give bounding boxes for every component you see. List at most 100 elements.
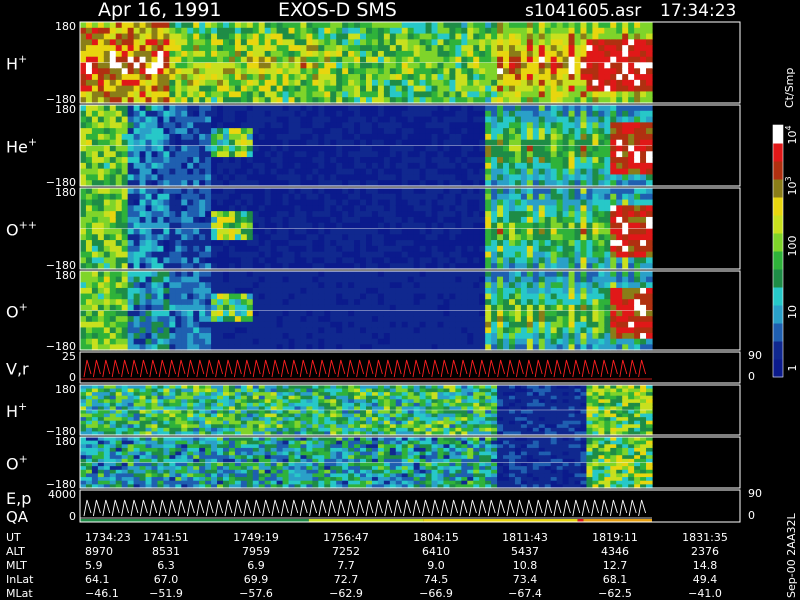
spectrogram-cell	[169, 271, 176, 278]
spectrogram-cell	[485, 91, 492, 98]
spectrogram-cell	[80, 79, 87, 87]
spectrogram-cell	[318, 79, 325, 87]
spectrogram-cell	[223, 271, 230, 278]
spectrogram-cell	[175, 211, 182, 218]
spectrogram-cell	[228, 338, 236, 345]
spectrogram-cell	[91, 304, 99, 312]
spectrogram-cell	[574, 128, 582, 135]
spectrogram-cell	[354, 56, 361, 64]
spectrogram-cell	[419, 56, 427, 64]
spectrogram-cell	[175, 110, 182, 118]
spectrogram-cell	[199, 151, 206, 158]
spectrogram-cell	[181, 39, 188, 46]
spectrogram-cell	[246, 133, 254, 141]
spectrogram-cell	[389, 151, 397, 158]
spectrogram-cell	[371, 188, 379, 195]
spectrogram-cell	[115, 245, 123, 253]
spectrogram-cell	[306, 245, 313, 253]
spectrogram-cell	[163, 62, 170, 69]
spectrogram-cell	[288, 222, 296, 230]
spectrogram-cell	[443, 105, 451, 112]
spectrogram-cell	[592, 193, 599, 201]
spectrogram-cell	[473, 282, 480, 289]
spectrogram-cell	[103, 56, 111, 64]
spectrogram-cell	[467, 174, 474, 181]
spectrogram-cell	[187, 128, 194, 135]
spectrogram-cell	[318, 133, 325, 141]
spectrogram-cell	[461, 116, 468, 123]
spectrogram-cell	[145, 139, 153, 147]
spectrogram-cell	[622, 228, 629, 235]
spectrogram-cell	[300, 188, 308, 195]
spectrogram-cell	[169, 245, 176, 253]
spectrogram-cell	[526, 151, 534, 158]
spectrogram-cell	[377, 145, 385, 152]
spectrogram-cell	[324, 276, 331, 283]
spectrogram-cell	[634, 85, 641, 93]
spectrogram-cell	[401, 251, 409, 259]
spectrogram-cell	[276, 56, 284, 64]
spectrogram-cell	[461, 168, 468, 176]
spectrogram-cell	[449, 211, 456, 218]
spectrogram-cell	[461, 276, 468, 283]
spectrogram-cell	[85, 321, 93, 329]
spectrogram-cell	[145, 50, 153, 58]
spectrogram-cell	[598, 193, 605, 201]
spectrogram-cell	[401, 79, 409, 87]
spectrogram-cell	[85, 45, 93, 52]
spectrogram-cell	[598, 122, 605, 129]
spectrogram-cell	[622, 56, 629, 64]
spectrogram-cell	[324, 299, 331, 306]
spectrogram-cell	[282, 293, 290, 300]
spectrogram-cell	[217, 293, 224, 300]
spectrogram-cell	[252, 122, 260, 129]
spectrogram-cell	[193, 276, 200, 283]
spectrogram-cell	[383, 211, 391, 218]
spectrogram-cell	[604, 251, 611, 259]
spectrogram-cell	[383, 85, 391, 93]
spectrogram-cell	[550, 211, 558, 218]
spectrogram-cell	[509, 133, 516, 141]
spectrogram-cell	[348, 327, 355, 334]
spectrogram-cell	[324, 139, 331, 147]
spectrogram-cell	[616, 157, 623, 164]
spectrogram-cell	[449, 257, 456, 264]
spectrogram-cell	[443, 299, 451, 306]
spectrogram-cell	[360, 338, 367, 345]
spectrogram-cell	[425, 316, 433, 323]
spectrogram-cell	[139, 27, 147, 35]
spectrogram-cell	[449, 116, 456, 123]
spectrogram-cell	[205, 205, 212, 212]
spectrogram-cell	[103, 188, 111, 195]
spectrogram-cell	[175, 193, 182, 201]
spectrogram-cell	[163, 157, 170, 164]
spectrogram-cell	[461, 91, 468, 98]
spectrogram-cell	[276, 33, 284, 40]
spectrogram-cell	[431, 245, 439, 253]
spectrogram-cell	[282, 333, 290, 340]
spectrogram-cell	[473, 188, 480, 195]
spectrogram-cell	[324, 157, 331, 164]
spectrogram-cell	[419, 188, 427, 195]
spectrogram-cell	[443, 174, 451, 181]
spectrogram-cell	[121, 33, 129, 40]
spectrogram-cell	[479, 168, 486, 176]
spectrogram-cell	[223, 228, 230, 235]
spectrogram-cell	[228, 287, 236, 295]
spectrogram-cell	[217, 128, 224, 135]
spectrogram-cell	[294, 162, 302, 170]
spectrogram-cell	[503, 56, 510, 64]
spectrogram-cell	[145, 327, 153, 334]
spectrogram-cell	[383, 133, 391, 141]
spectrogram-cell	[91, 199, 99, 206]
spectrogram-cell	[360, 234, 367, 241]
spectrogram-cell	[366, 39, 373, 46]
spectrogram-cell	[169, 304, 176, 312]
spectrogram-cell	[91, 287, 99, 295]
spectrogram-cell	[544, 39, 552, 46]
spectrogram-cell	[366, 245, 373, 253]
spectrogram-cell	[425, 222, 433, 230]
spectrogram-cell	[80, 133, 87, 141]
spectrogram-cell	[163, 211, 170, 218]
spectrogram-cell	[246, 145, 254, 152]
